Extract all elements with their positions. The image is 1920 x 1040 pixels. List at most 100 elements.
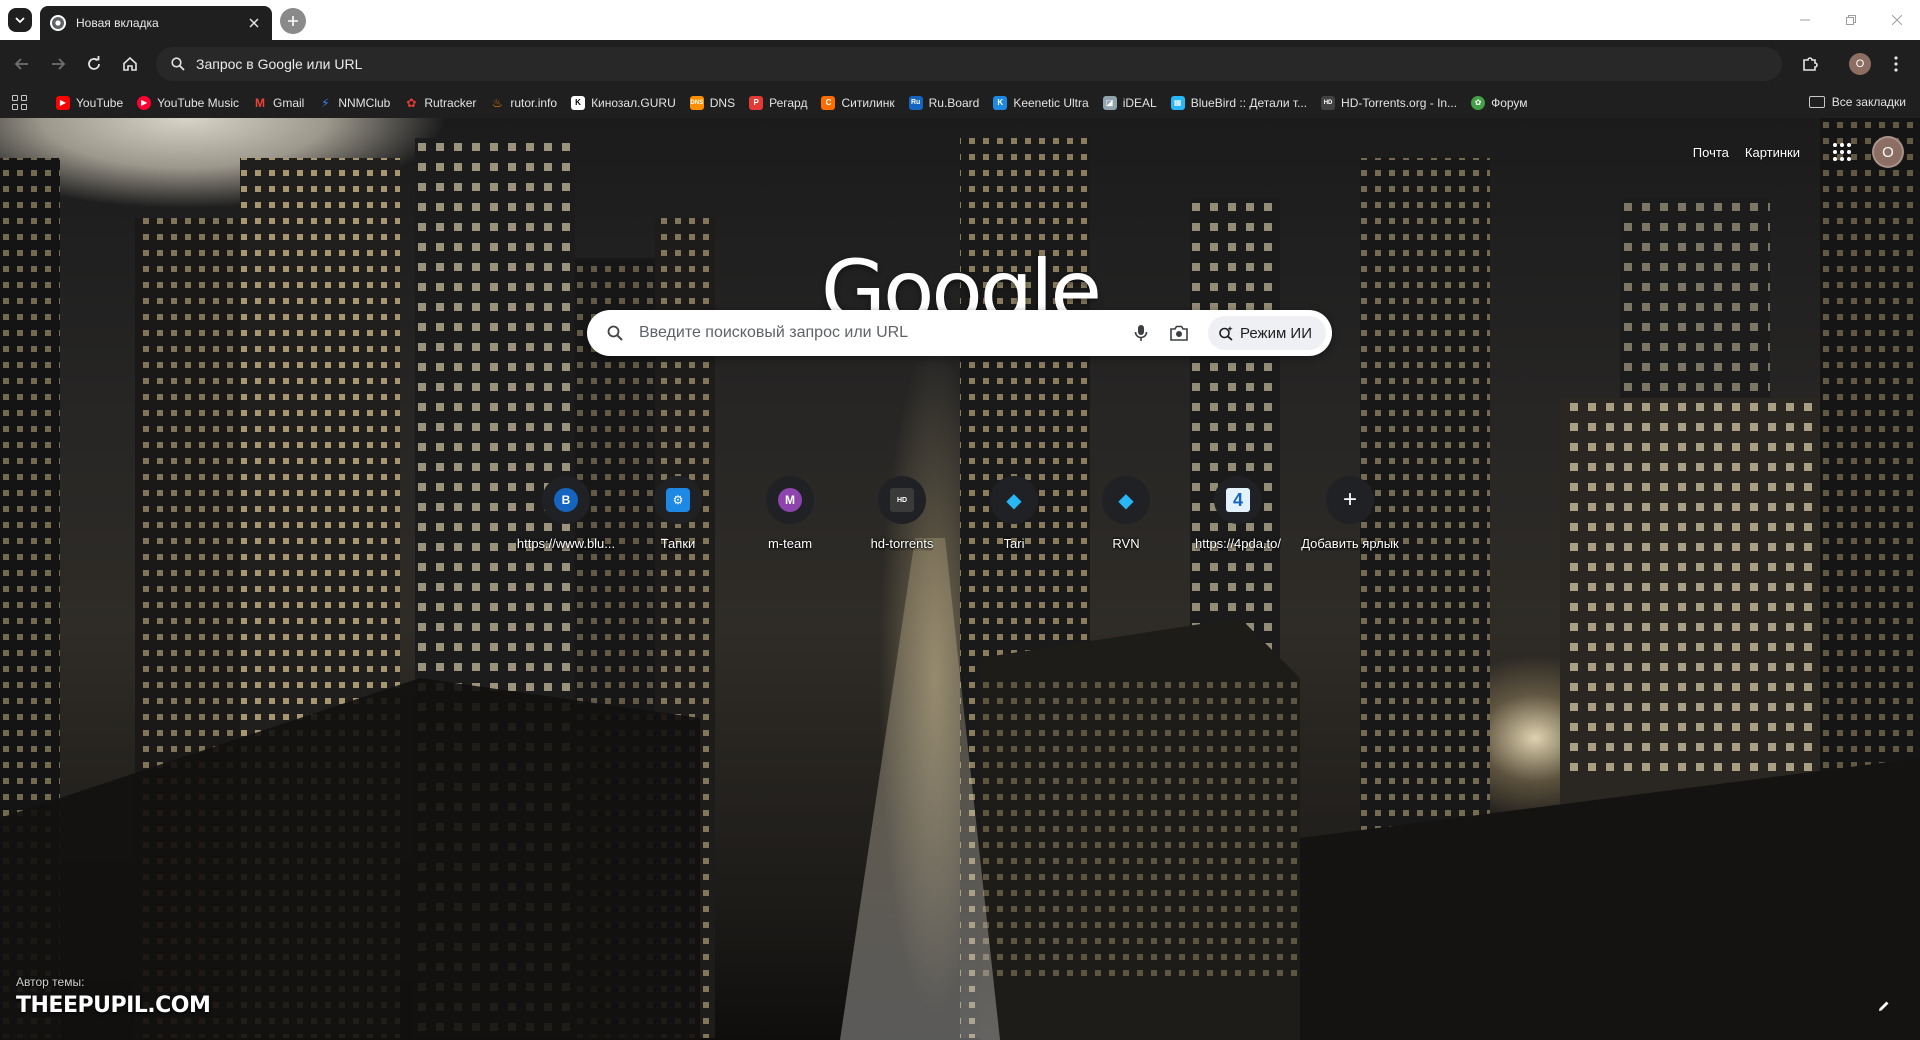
bluebird-icon: ▦ [1170,95,1185,110]
home-button[interactable] [116,50,144,78]
active-tab[interactable]: Новая вкладка [40,6,272,40]
diamond-icon: ◆ [1006,489,1022,512]
rutor-icon: ♨ [491,95,503,110]
shortcut-tari[interactable]: ◆ Tari [958,463,1070,559]
lens-search-button[interactable] [1162,316,1196,350]
bookmark-bluebird[interactable]: ▦ BlueBird :: Детали т... [1165,91,1313,115]
bookmark-dns[interactable]: DNS DNS [684,91,741,115]
ideal-icon: ◪ [1102,95,1117,110]
chevron-down-icon [15,17,25,24]
bookmark-rutracker[interactable]: ✿ Rutracker [398,91,482,115]
forum-icon: ✿ [1471,95,1486,110]
shortcut-bluebird[interactable]: B https://www.blu... [510,463,622,559]
bookmark-youtube-music[interactable]: ▶ YouTube Music [131,91,245,115]
search-placeholder: Введите поисковый запрос или URL [639,324,909,341]
regard-icon: P [749,95,764,110]
minimize-button[interactable] [1782,0,1828,40]
reload-icon [88,56,100,70]
address-bar[interactable]: Запрос в Google или URL [156,47,1782,81]
nnmclub-icon: ⚡ [321,95,330,110]
shortcut-label: Добавить ярлык [1301,536,1399,551]
gear-icon: ⚙ [666,488,690,512]
tab-search-button[interactable] [8,8,32,32]
ruboard-icon: Ru [908,95,923,110]
menu-button[interactable] [1882,50,1910,78]
home-icon [123,56,137,71]
gmail-link[interactable]: Почта [1693,145,1729,160]
arrow-right-icon [52,58,66,70]
extensions-button[interactable] [1796,50,1824,78]
attribution-link[interactable]: THEEPUPIL.COM [16,993,211,1018]
plus-icon: + [1342,486,1357,513]
bookmark-regard[interactable]: P Регард [743,91,813,115]
pencil-icon [1879,1001,1889,1011]
shortcut-rvn[interactable]: ◆ RVN [1070,463,1182,559]
new-tab-button[interactable] [280,8,306,34]
apps-grid-icon[interactable] [12,94,28,111]
shortcuts: B https://www.blu... ⚙ Тапки M m-team HD… [510,463,1406,559]
images-link[interactable]: Картинки [1745,145,1800,160]
reload-button[interactable] [80,50,108,78]
address-bar-text: Запрос в Google или URL [196,56,363,72]
gmail-icon: M [254,95,265,110]
theme-attribution: Автор темы: THEEPUPIL.COM [16,975,211,1018]
back-button[interactable] [8,50,36,78]
youtube-icon: ▶ [56,95,70,110]
shortcut-4pda[interactable]: 4 https://4pda.to/ [1182,463,1294,559]
bookmark-ideal[interactable]: ◪ iDEAL [1097,91,1163,115]
close-icon [1892,15,1902,25]
search-icon [168,54,188,74]
close-icon [249,18,259,28]
shortcut-label: RVN [1112,536,1140,551]
rutracker-icon: ✿ [406,95,417,110]
microphone-icon [1134,325,1148,341]
new-tab-page: Почта Картинки O Google Введите поисковы… [0,118,1920,1040]
window-controls [1782,0,1920,40]
ai-mode-button[interactable]: Режим ИИ [1208,316,1326,350]
shortcut-label: Tari [1003,536,1025,551]
ntp-search-box[interactable]: Введите поисковый запрос или URL Режим И… [587,310,1332,356]
dns-icon: DNS [689,95,704,110]
plus-icon [288,16,298,26]
toolbar: Запрос в Google или URL O [0,40,1920,87]
voice-search-button[interactable] [1124,316,1158,350]
shortcut-hd-torrents[interactable]: HD hd-torrents [846,463,958,559]
bookmark-rutor[interactable]: ♨ rutor.info [484,91,563,115]
close-window-button[interactable] [1874,0,1920,40]
all-bookmarks-button[interactable]: Все закладки [1808,90,1906,114]
shortcut-tapki[interactable]: ⚙ Тапки [622,463,734,559]
ai-search-icon [1219,326,1233,341]
bookmark-citilink[interactable]: C Ситилинк [815,91,900,115]
bookmark-keenetic[interactable]: K Keenetic Ultra [987,91,1094,115]
chrome-icon [50,15,66,31]
bookmark-hd-torrents[interactable]: HD HD-Torrents.org - In... [1315,91,1463,115]
tab-close-button[interactable] [246,15,262,31]
google-apps-icon[interactable] [1830,140,1854,164]
forward-button[interactable] [44,50,72,78]
bookmark-ruboard[interactable]: Ru Ru.Board [903,91,986,115]
arrow-left-icon [14,58,28,70]
add-shortcut-button[interactable]: + Добавить ярлык [1294,463,1406,559]
m-team-icon: M [778,488,802,512]
shortcut-label: m-team [767,536,813,551]
restore-icon [1846,15,1856,25]
shortcut-label: Тапки [660,536,696,551]
shortcut-label: https://www.blu... [516,536,616,551]
shortcut-m-team[interactable]: M m-team [734,463,846,559]
keenetic-icon: K [993,95,1008,110]
hd-torrents-icon: HD [1321,95,1336,110]
bookmark-gmail[interactable]: M Gmail [247,91,310,115]
shortcut-label: hd-torrents [870,536,934,551]
kinozal-icon: K [571,95,586,110]
bookmark-forum[interactable]: ✿ Форум [1465,91,1533,115]
customize-chrome-button[interactable] [1868,990,1900,1022]
tab-title: Новая вкладка [76,16,159,30]
account-avatar[interactable]: O [1872,136,1904,168]
bookmark-nnmclub[interactable]: ⚡ NNMClub [312,91,396,115]
profile-avatar[interactable]: O [1849,53,1871,75]
search-icon [605,323,625,343]
restore-button[interactable] [1828,0,1874,40]
bookmark-youtube[interactable]: ▶ YouTube [50,91,129,115]
bluebird-icon: B [554,488,578,512]
bookmark-kinozal[interactable]: K Кинозал.GURU [565,91,682,115]
